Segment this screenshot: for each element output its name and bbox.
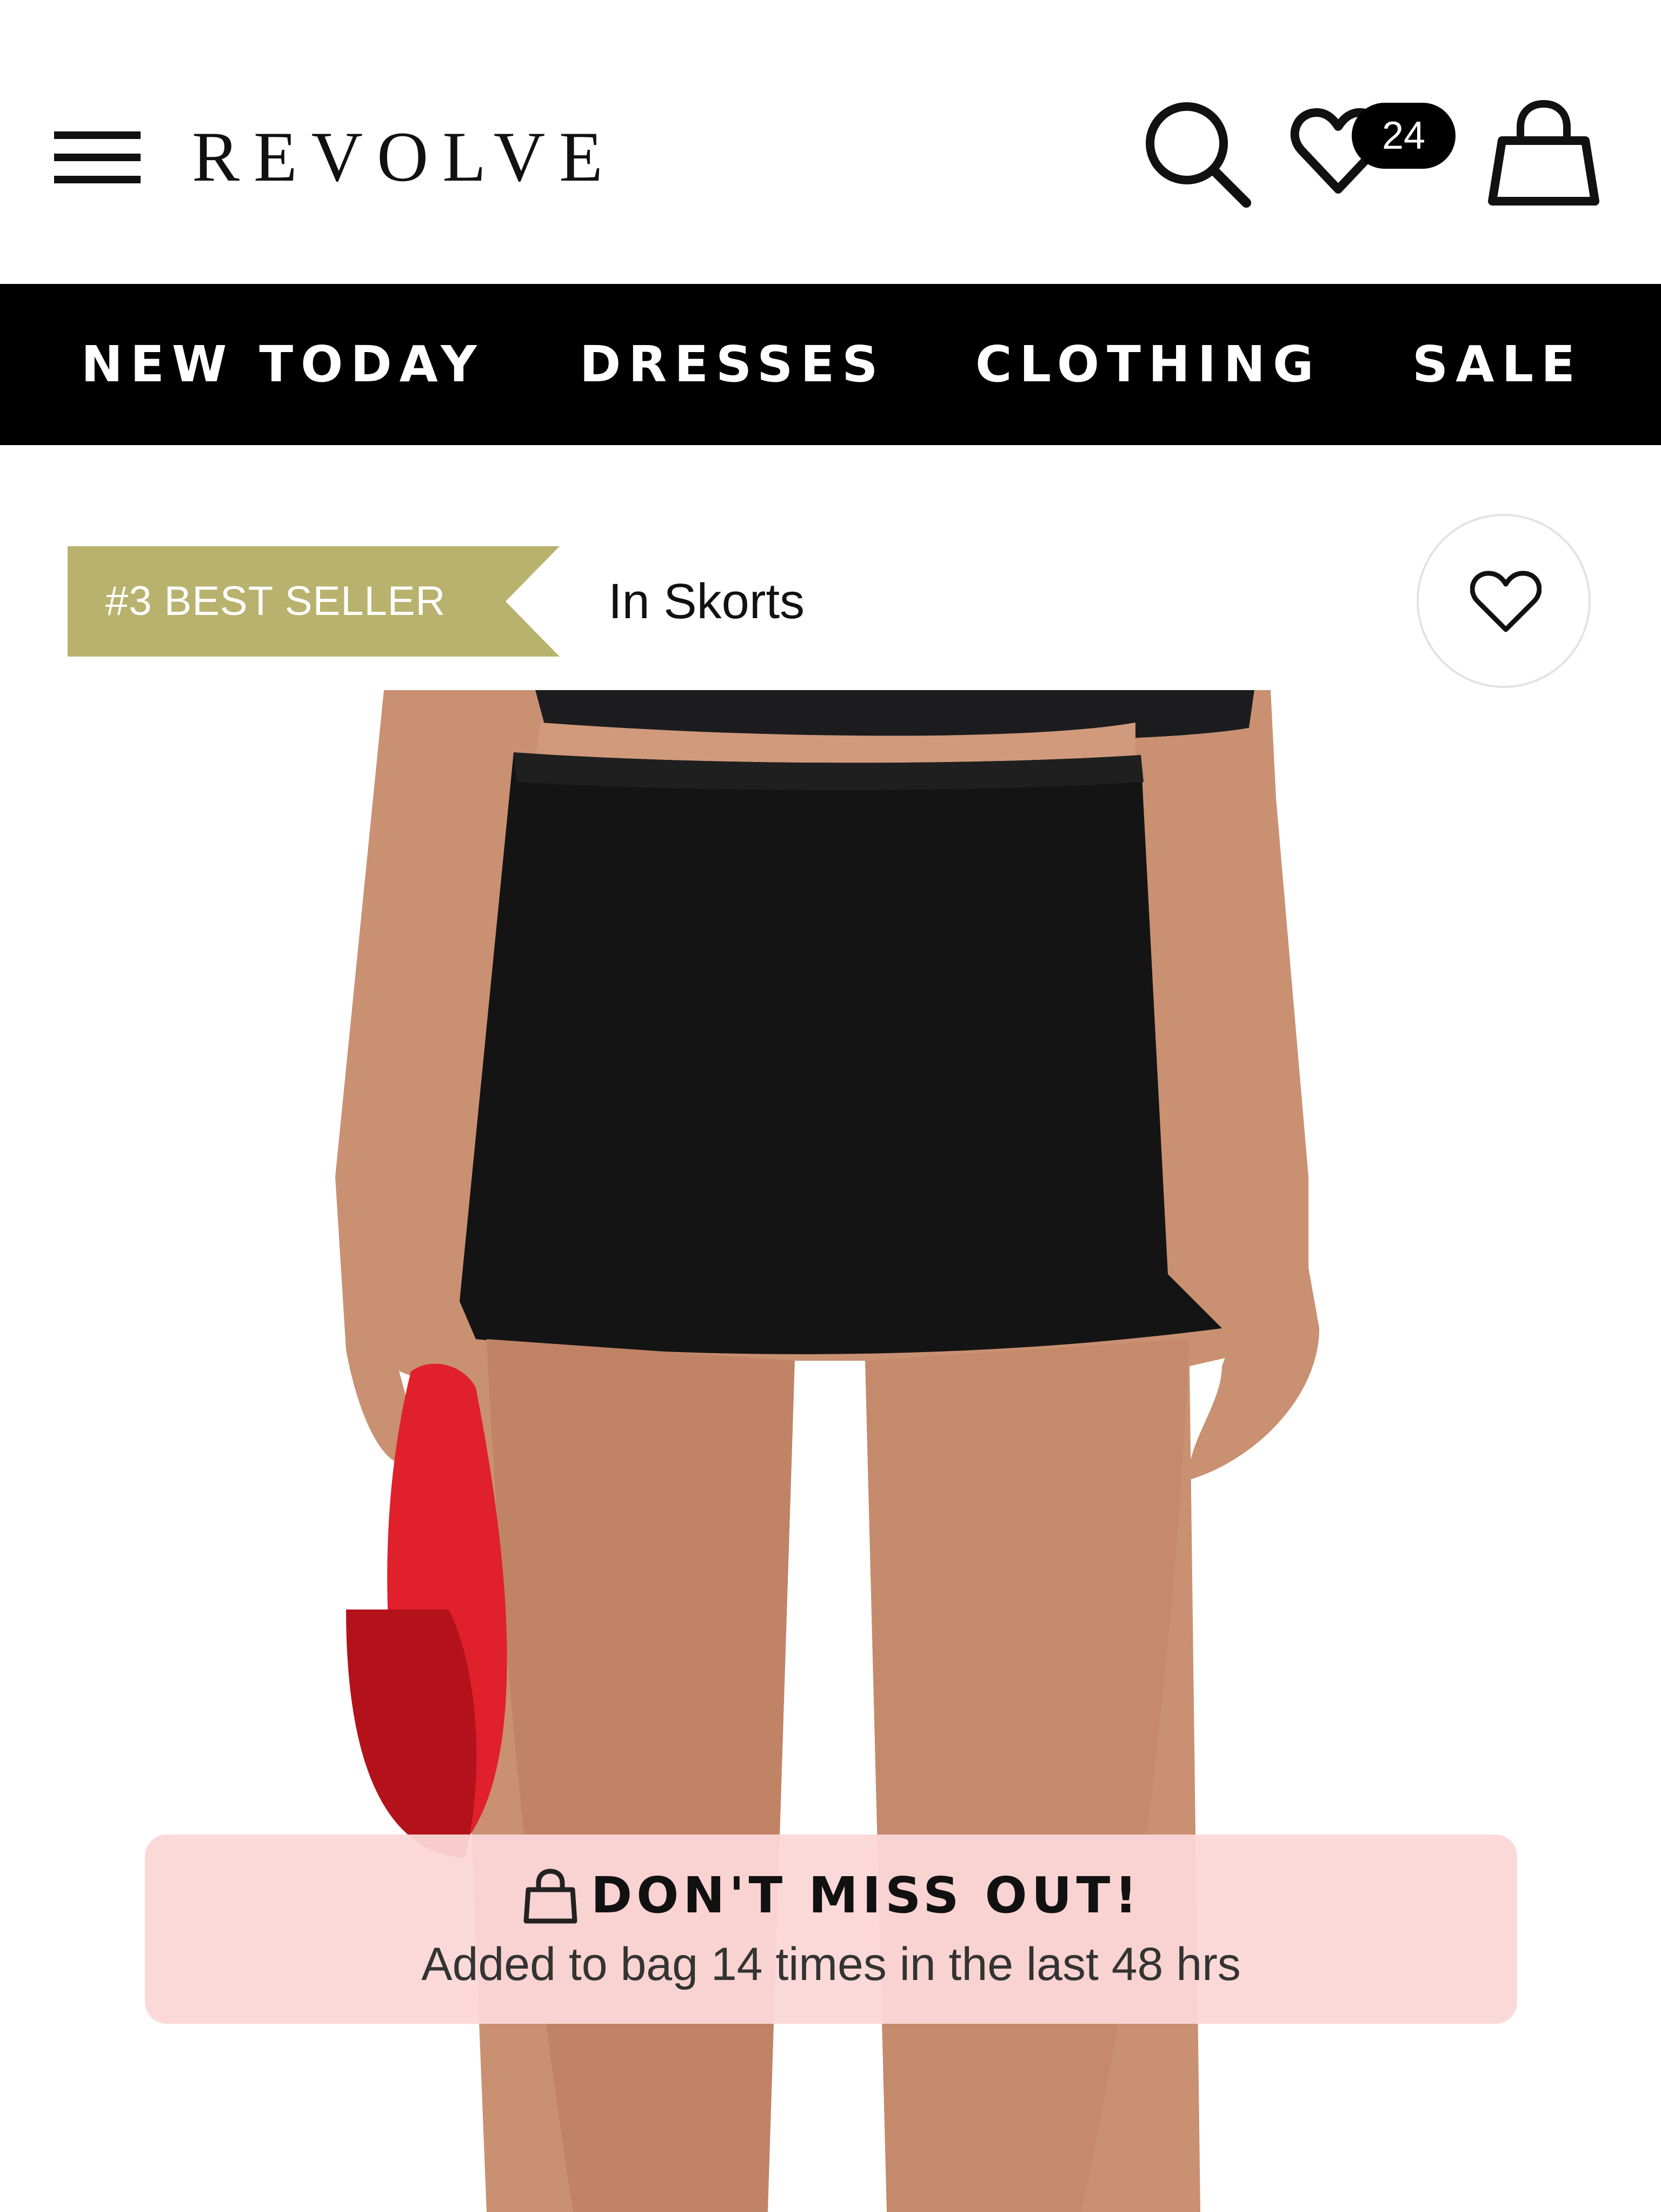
urgency-title-row: DON'T MISS OUT! (145, 1866, 1517, 1925)
urgency-banner: DON'T MISS OUT! Added to bag 14 times in… (145, 1834, 1517, 2024)
product-page: REVOLVE 24 NEW TODAY DRESSES CLOTHING SA… (0, 0, 1661, 2212)
shopping-bag-icon (523, 1869, 577, 1924)
wishlist-count-badge: 24 (1352, 103, 1456, 169)
add-to-favorites-button[interactable] (1417, 514, 1591, 688)
best-seller-category: In Skorts (608, 574, 805, 629)
nav-dresses[interactable]: DRESSES (580, 284, 886, 445)
nav-new-today[interactable]: NEW TODAY (81, 284, 484, 445)
heart-outline-icon (1470, 571, 1542, 632)
hamburger-menu-icon[interactable] (54, 131, 141, 183)
site-logo[interactable]: REVOLVE (192, 116, 617, 197)
urgency-subtitle: Added to bag 14 times in the last 48 hrs (421, 1938, 1241, 1990)
category-nav: NEW TODAY DRESSES CLOTHING SALE (0, 284, 1661, 445)
best-seller-label: #3 BEST SELLER (105, 578, 446, 624)
search-icon[interactable] (1141, 97, 1254, 211)
urgency-title: DON'T MISS OUT! (590, 1866, 1142, 1924)
nav-sale[interactable]: SALE (1412, 284, 1583, 445)
nav-clothing[interactable]: CLOTHING (975, 284, 1321, 445)
best-seller-badge: #3 BEST SELLER (68, 546, 560, 657)
site-header: REVOLVE 24 (0, 0, 1661, 284)
shopping-bag-icon[interactable] (1487, 97, 1600, 211)
